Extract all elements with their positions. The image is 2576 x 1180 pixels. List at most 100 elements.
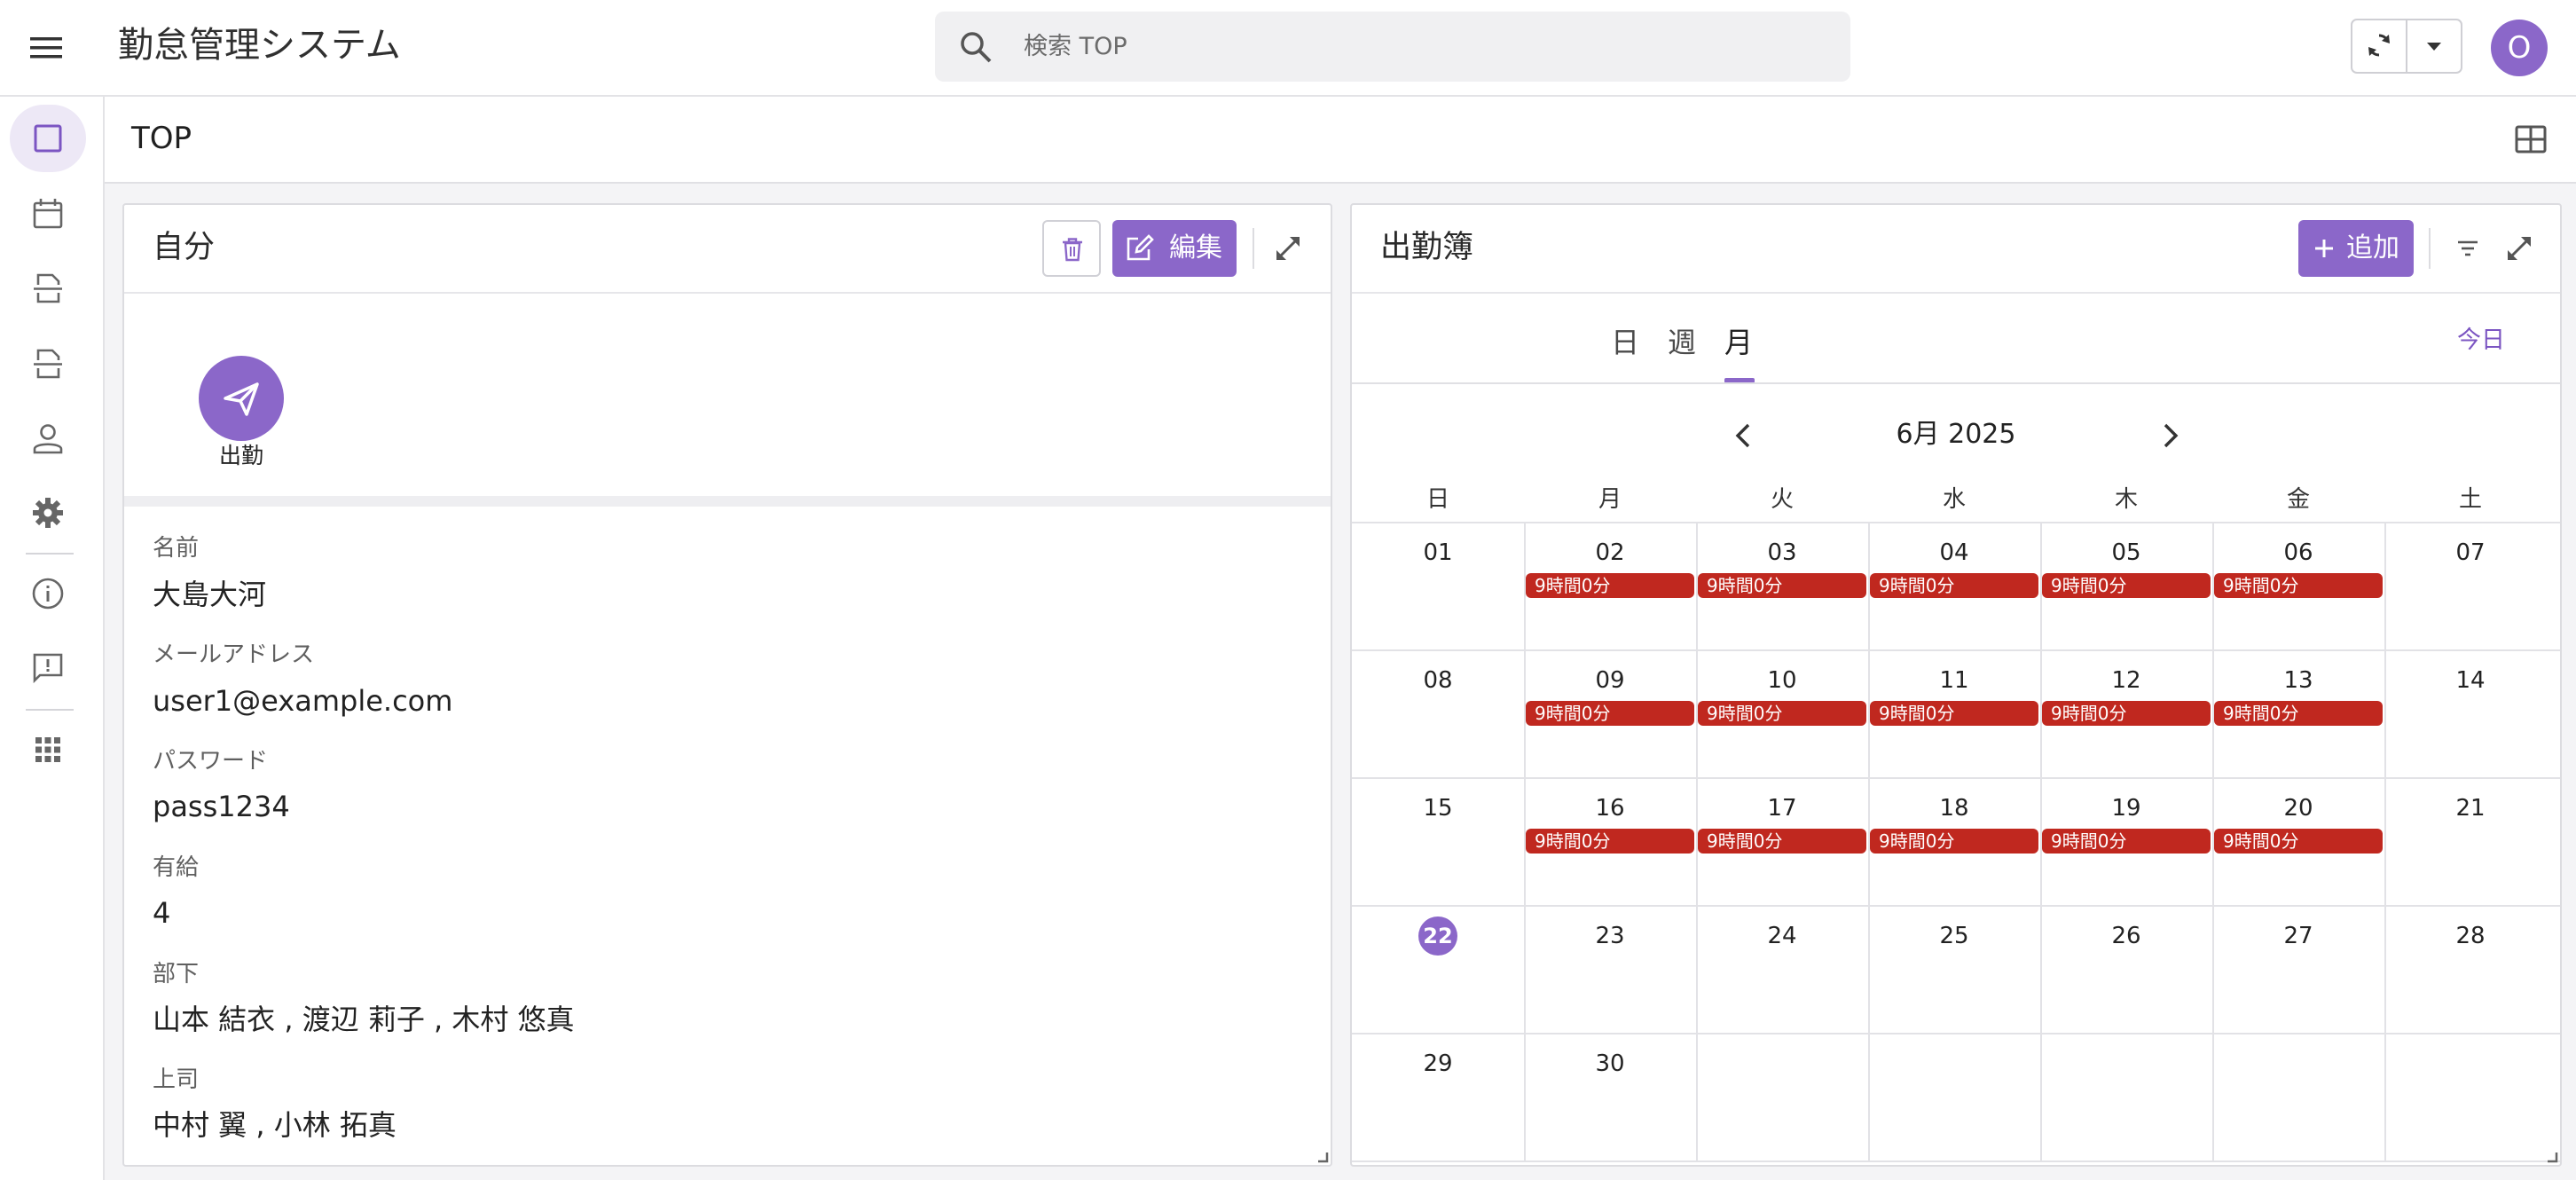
panel-header: 自分 編集	[124, 205, 1331, 294]
day-cell[interactable]: 24	[1696, 921, 1868, 951]
attendance-event[interactable]: 9時間0分	[1526, 829, 1694, 854]
edit-icon	[1127, 234, 1154, 261]
panel-title: 自分	[153, 230, 216, 265]
nav-rail	[0, 97, 105, 1180]
rail-item-top[interactable]	[10, 105, 86, 172]
expand-icon[interactable]	[2500, 229, 2539, 268]
password-value: pass1234	[153, 790, 290, 823]
day-cell[interactable]: 14	[2384, 665, 2556, 696]
tabs-divider	[1352, 382, 2560, 384]
info-icon	[32, 578, 64, 610]
attendance-event[interactable]: 9時間0分	[1698, 573, 1866, 598]
toolbar-divider	[1253, 228, 1254, 269]
sync-dropdown-button[interactable]	[2407, 20, 2461, 72]
day-cell[interactable]: 07	[2384, 538, 2556, 568]
attendance-event[interactable]: 9時間0分	[1526, 701, 1694, 726]
day-cell[interactable]: 20	[2212, 793, 2384, 823]
attendance-event[interactable]: 9時間0分	[1698, 829, 1866, 854]
attendance-event[interactable]: 9時間0分	[2214, 829, 2383, 854]
supervisors-value: 中村 翼 , 小林 拓真	[153, 1108, 397, 1142]
rail-item-settings[interactable]	[10, 479, 86, 547]
attendance-event[interactable]: 9時間0分	[2042, 701, 2211, 726]
attendance-event[interactable]: 9時間0分	[2042, 829, 2211, 854]
day-cell[interactable]: 23	[1524, 921, 1696, 951]
day-cell[interactable]: 13	[2212, 665, 2384, 696]
day-cell[interactable]: 17	[1696, 793, 1868, 823]
day-cell[interactable]: 06	[2212, 538, 2384, 568]
delete-button[interactable]	[1042, 220, 1101, 277]
day-cell[interactable]: 05	[2040, 538, 2212, 568]
profile-panel: 自分 編集 出勤 名前 大島大河 メールアドレス user1@example.c…	[122, 203, 1332, 1167]
day-cell[interactable]: 16	[1524, 793, 1696, 823]
today-button[interactable]: 今日	[2457, 324, 2505, 358]
rail-item-calendar[interactable]	[10, 180, 86, 248]
day-cell[interactable]: 10	[1696, 665, 1868, 696]
paid-leave-value: 4	[153, 896, 171, 930]
search-bar[interactable]: 検索 TOP	[935, 12, 1850, 82]
day-cell[interactable]: 03	[1696, 538, 1868, 568]
rail-item-upload[interactable]	[10, 255, 86, 322]
attendance-panel: 出勤簿 追加 日 週 月 今日 6月 2025 日月火水木金土 01 02 9時間0分…	[1350, 203, 2562, 1167]
day-cell[interactable]: 01	[1352, 538, 1524, 568]
page-title: TOP	[131, 121, 192, 156]
rail-item-apps[interactable]	[10, 716, 86, 783]
add-button-label: 追加	[2346, 232, 2399, 264]
gear-icon	[33, 498, 63, 528]
tab-day[interactable]: 日	[1611, 323, 1639, 362]
calendar-row-divider	[1352, 522, 2560, 523]
search-input[interactable]: 検索 TOP	[1024, 32, 1127, 62]
attendance-event[interactable]: 9時間0分	[2042, 573, 2211, 598]
sync-button[interactable]	[2352, 20, 2407, 72]
attendance-event[interactable]: 9時間0分	[2214, 701, 2383, 726]
rail-divider	[26, 553, 74, 555]
day-cell[interactable]: 08	[1352, 665, 1524, 696]
apps-icon	[35, 737, 60, 762]
rail-item-user[interactable]	[10, 405, 86, 472]
day-cell[interactable]: 12	[2040, 665, 2212, 696]
subordinates-value: 山本 結衣 , 渡辺 莉子 , 木村 悠真	[153, 1003, 575, 1036]
attendance-event[interactable]: 9時間0分	[1526, 573, 1694, 598]
attendance-event[interactable]: 9時間0分	[1870, 829, 2038, 854]
rail-item-info[interactable]	[10, 560, 86, 627]
month-label: 6月 2025	[1896, 419, 2016, 450]
menu-icon[interactable]	[27, 28, 66, 67]
grid-layout-icon[interactable]	[2512, 121, 2549, 158]
day-cell[interactable]: 04	[1868, 538, 2040, 568]
panel-header: 出勤簿 追加	[1352, 205, 2560, 294]
day-cell[interactable]: 15	[1352, 793, 1524, 823]
day-cell[interactable]: 02	[1524, 538, 1696, 568]
expand-icon[interactable]	[1268, 229, 1308, 268]
day-cell[interactable]: 19	[2040, 793, 2212, 823]
month-calendar: 日月火水木金土 01 02 9時間0分 03 9時間0分 04 9時間0分 05 9時間0分 06 9…	[1352, 476, 2560, 1162]
avatar[interactable]: O	[2491, 20, 2548, 76]
day-cell[interactable]: 30	[1524, 1049, 1696, 1079]
resize-handle[interactable]	[2546, 1151, 2558, 1163]
add-button[interactable]: 追加	[2298, 220, 2414, 277]
rail-item-feedback[interactable]	[10, 634, 86, 702]
tab-week[interactable]: 週	[1668, 323, 1696, 362]
day-cell[interactable]: 09	[1524, 665, 1696, 696]
attendance-event[interactable]: 9時間0分	[1870, 573, 2038, 598]
attendance-event[interactable]: 9時間0分	[2214, 573, 2383, 598]
day-cell[interactable]: 25	[1868, 921, 2040, 951]
day-cell[interactable]: 18	[1868, 793, 2040, 823]
toolbar-divider	[2429, 228, 2431, 269]
day-cell[interactable]: 27	[2212, 921, 2384, 951]
day-cell[interactable]: 28	[2384, 921, 2556, 951]
attendance-event[interactable]: 9時間0分	[1698, 701, 1866, 726]
day-cell[interactable]: 21	[2384, 793, 2556, 823]
edit-button[interactable]: 編集	[1112, 220, 1237, 277]
filter-icon[interactable]	[2448, 229, 2487, 268]
sync-split-button	[2351, 19, 2462, 74]
clock-in-button[interactable]	[199, 356, 284, 441]
attendance-event[interactable]: 9時間0分	[1870, 701, 2038, 726]
day-cell[interactable]: 26	[2040, 921, 2212, 951]
day-cell[interactable]: 11	[1868, 665, 2040, 696]
rail-item-download[interactable]	[10, 330, 86, 397]
chevron-right-icon[interactable]	[2150, 416, 2189, 455]
day-cell-today[interactable]: 22	[1352, 916, 1524, 956]
day-cell[interactable]: 29	[1352, 1049, 1524, 1079]
resize-handle[interactable]	[1316, 1151, 1329, 1163]
tab-month[interactable]: 月	[1724, 323, 1753, 362]
weekday-label: 水	[1942, 486, 1966, 513]
